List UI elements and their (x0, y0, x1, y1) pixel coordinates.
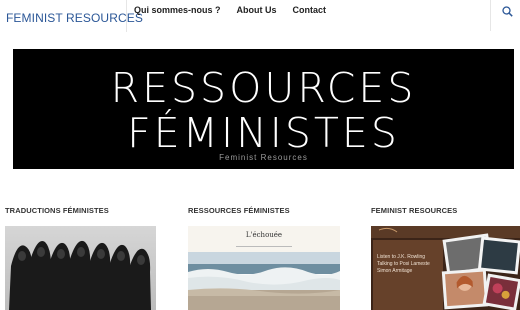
thumbnail-image-collage[interactable]: Listen to J.K. Rowling Talking to Posi L… (371, 226, 520, 310)
nav-divider (126, 0, 127, 32)
section-feminist-resources: FEMINIST RESOURCES Listen to J.K. Rowlin… (371, 206, 520, 310)
section-heading[interactable]: FEMINIST RESOURCES (371, 206, 520, 215)
thumbnail-image-veiled-women[interactable] (5, 226, 156, 310)
thumb-caption: Listen to J.K. Rowling Talking to Posi L… (377, 254, 430, 274)
search-icon (502, 6, 513, 17)
thumb-title: L'échouée (245, 231, 283, 239)
search-button[interactable] (490, 0, 520, 31)
nav-item-about-us[interactable]: About Us (237, 5, 277, 15)
hero-title-line1: RESSOURCES (110, 64, 417, 112)
hero-banner[interactable]: RESSOURCES FÉMINISTES Feminist Resources (13, 49, 514, 169)
site-header: FEMINIST RESOURCES Qui sommes-nous ? Abo… (0, 0, 520, 36)
thumbnail-image-beach[interactable]: L'échouée (188, 226, 340, 310)
section-ressources: RESSOURCES FÉMINISTES L'échouée (188, 206, 340, 310)
site-title-link[interactable]: FEMINIST RESOURCES (6, 11, 143, 25)
section-traductions: TRADUCTIONS FÉMINISTES (5, 206, 157, 310)
veiled-women-image (5, 226, 156, 310)
nav-item-contact[interactable]: Contact (293, 5, 327, 15)
hero-title-line2: FÉMINISTES (127, 109, 400, 157)
main-nav: Qui sommes-nous ? About Us Contact (134, 5, 326, 15)
section-heading[interactable]: TRADUCTIONS FÉMINISTES (5, 206, 157, 215)
section-heading[interactable]: RESSOURCES FÉMINISTES (188, 206, 340, 215)
hero-subtitle: Feminist Resources (219, 153, 308, 162)
nav-item-qui-sommes-nous[interactable]: Qui sommes-nous ? (134, 5, 221, 15)
